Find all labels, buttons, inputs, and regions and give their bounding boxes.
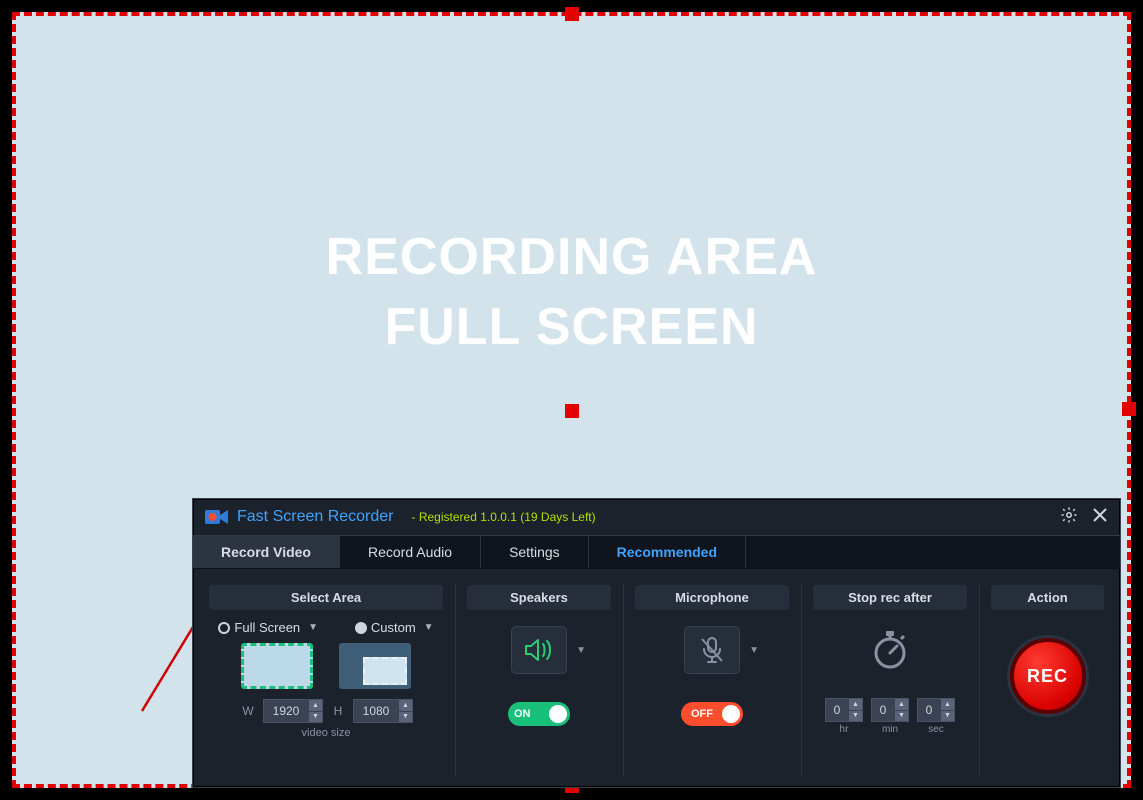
tab-recommended[interactable]: Recommended bbox=[589, 536, 746, 568]
record-button-label: REC bbox=[1027, 666, 1068, 687]
radio-full-label: Full Screen bbox=[234, 620, 300, 635]
spin-down-icon[interactable]: ▼ bbox=[894, 710, 908, 722]
section-microphone: Microphone ▼ OFF bbox=[627, 579, 797, 781]
min-label: min bbox=[882, 724, 898, 735]
action-heading: Action bbox=[991, 585, 1104, 610]
watermark-line1: RECORDING AREA bbox=[12, 227, 1131, 287]
height-spinner: ▲ ▼ bbox=[398, 700, 412, 722]
app-logo-icon bbox=[205, 507, 229, 527]
panel-body: Select Area Full Screen ▼ Custom ▼ bbox=[193, 569, 1120, 789]
select-area-heading: Select Area bbox=[209, 585, 443, 610]
min-input[interactable] bbox=[872, 699, 894, 721]
radio-icon bbox=[218, 622, 230, 634]
microphone-muted-icon bbox=[699, 636, 725, 664]
app-title: Fast Screen Recorder bbox=[237, 508, 394, 526]
radio-icon bbox=[355, 622, 367, 634]
hr-input[interactable] bbox=[826, 699, 848, 721]
gear-icon[interactable] bbox=[1060, 506, 1078, 529]
thumb-full-screen[interactable] bbox=[241, 643, 313, 689]
speakers-device-button[interactable]: ▼ bbox=[511, 626, 567, 674]
tab-record-video[interactable]: Record Video bbox=[193, 536, 340, 568]
record-button[interactable]: REC bbox=[1010, 638, 1086, 714]
selection-border-right[interactable] bbox=[1127, 12, 1131, 788]
stop-after-heading: Stop rec after bbox=[813, 585, 967, 610]
height-input[interactable] bbox=[354, 700, 398, 722]
spin-up-icon[interactable]: ▲ bbox=[398, 700, 412, 711]
sec-label: sec bbox=[928, 724, 944, 735]
microphone-toggle[interactable]: OFF bbox=[681, 702, 743, 726]
spin-down-icon[interactable]: ▼ bbox=[308, 711, 322, 723]
thumb-custom-area[interactable] bbox=[339, 643, 411, 689]
sec-input[interactable] bbox=[918, 699, 940, 721]
height-label: H bbox=[329, 704, 347, 718]
spin-down-icon[interactable]: ▼ bbox=[848, 710, 862, 722]
spin-up-icon[interactable]: ▲ bbox=[940, 699, 954, 710]
speakers-toggle[interactable]: ON bbox=[508, 702, 570, 726]
spin-up-icon[interactable]: ▲ bbox=[308, 700, 322, 711]
width-spinner: ▲ ▼ bbox=[308, 700, 322, 722]
close-icon[interactable] bbox=[1092, 507, 1108, 528]
radio-full-screen[interactable]: Full Screen ▼ bbox=[218, 620, 318, 635]
section-action: Action REC bbox=[983, 579, 1112, 781]
height-input-box: ▲ ▼ bbox=[353, 699, 413, 723]
speakers-heading: Speakers bbox=[467, 585, 611, 610]
microphone-device-button[interactable]: ▼ bbox=[684, 626, 740, 674]
stopwatch-icon-box bbox=[862, 626, 918, 674]
resize-handle-right[interactable] bbox=[1122, 402, 1136, 416]
tab-bar: Record Video Record Audio Settings Recom… bbox=[193, 535, 1120, 569]
video-size-label: video size bbox=[302, 727, 351, 739]
tab-settings[interactable]: Settings bbox=[481, 536, 589, 568]
stopwatch-icon bbox=[870, 629, 910, 671]
section-stop-after: Stop rec after ▲▼ bbox=[805, 579, 975, 781]
hr-input-box: ▲▼ bbox=[825, 698, 863, 722]
microphone-toggle-label: OFF bbox=[691, 708, 713, 720]
spin-up-icon[interactable]: ▲ bbox=[848, 699, 862, 710]
tab-record-audio[interactable]: Record Audio bbox=[340, 536, 481, 568]
spin-down-icon[interactable]: ▼ bbox=[398, 711, 412, 723]
chevron-down-icon[interactable]: ▼ bbox=[576, 645, 586, 656]
width-input-box: ▲ ▼ bbox=[263, 699, 323, 723]
microphone-heading: Microphone bbox=[635, 585, 789, 610]
video-size-row: W ▲ ▼ H ▲ ▼ bbox=[239, 699, 413, 723]
selection-border-left[interactable] bbox=[12, 12, 16, 788]
sec-input-box: ▲▼ bbox=[917, 698, 955, 722]
recording-area-frame: RECORDING AREA FULL SCREEN Fast Screen bbox=[0, 0, 1143, 800]
hr-label: hr bbox=[840, 724, 849, 735]
speaker-icon bbox=[524, 637, 554, 663]
chevron-down-icon[interactable]: ▼ bbox=[749, 645, 759, 656]
resize-handle-center[interactable] bbox=[565, 404, 579, 418]
license-status: - Registered 1.0.0.1 (19 Days Left) bbox=[412, 510, 596, 524]
recorder-panel: Fast Screen Recorder - Registered 1.0.0.… bbox=[192, 498, 1121, 788]
section-speakers: Speakers ▼ ON bbox=[459, 579, 619, 781]
width-input[interactable] bbox=[264, 700, 308, 722]
section-select-area: Select Area Full Screen ▼ Custom ▼ bbox=[201, 579, 451, 781]
resize-handle-top[interactable] bbox=[565, 7, 579, 21]
chevron-down-icon[interactable]: ▼ bbox=[308, 622, 318, 633]
speakers-toggle-label: ON bbox=[514, 708, 531, 720]
chevron-down-icon[interactable]: ▼ bbox=[424, 622, 434, 633]
recording-area-watermark: RECORDING AREA FULL SCREEN bbox=[12, 227, 1131, 357]
min-input-box: ▲▼ bbox=[871, 698, 909, 722]
spin-up-icon[interactable]: ▲ bbox=[894, 699, 908, 710]
watermark-line2: FULL SCREEN bbox=[12, 297, 1131, 357]
width-label: W bbox=[239, 704, 257, 718]
radio-custom-label: Custom bbox=[371, 620, 416, 635]
titlebar[interactable]: Fast Screen Recorder - Registered 1.0.0.… bbox=[193, 499, 1120, 535]
spin-down-icon[interactable]: ▼ bbox=[940, 710, 954, 722]
radio-custom[interactable]: Custom ▼ bbox=[355, 620, 434, 635]
